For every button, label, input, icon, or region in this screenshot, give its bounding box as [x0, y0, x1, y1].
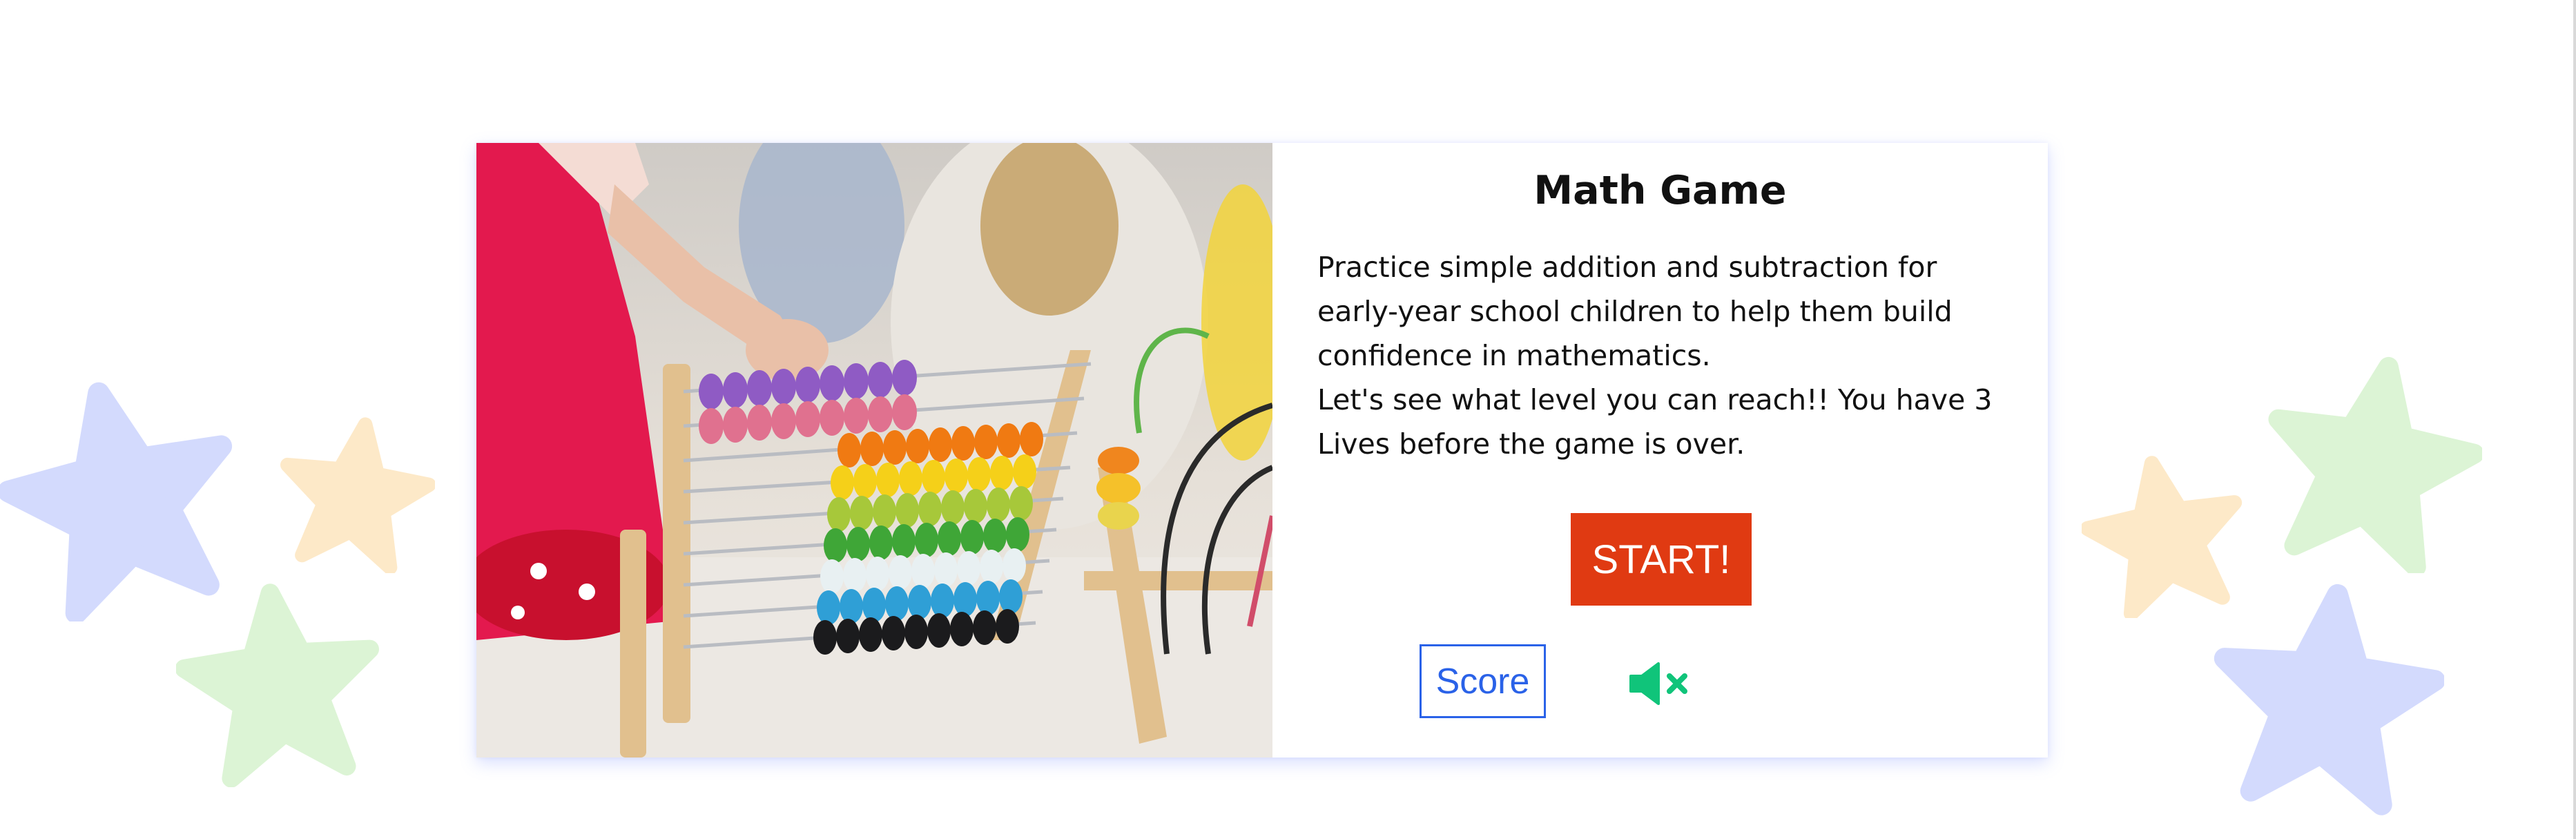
- score-button[interactable]: Score: [1420, 644, 1546, 718]
- game-description: Practice simple addition and subtraction…: [1317, 245, 2015, 466]
- game-card: Math Game Practice simple addition and s…: [476, 143, 2048, 758]
- game-page: Math Game Practice simple addition and s…: [0, 0, 2576, 839]
- scrollbar[interactable]: [2573, 0, 2576, 839]
- star-icon: [176, 584, 379, 787]
- star-icon: [2268, 356, 2482, 573]
- abacus-photo: [476, 143, 1272, 758]
- game-title: Math Game: [1533, 168, 1787, 213]
- sound-toggle-button[interactable]: [1628, 654, 1732, 713]
- game-info-panel: Math Game Practice simple addition and s…: [1272, 143, 2048, 758]
- star-icon: [280, 417, 435, 573]
- description-paragraph: Let's see what level you can reach!! You…: [1317, 383, 1993, 461]
- speaker-muted-icon: [1629, 662, 1687, 705]
- description-paragraph: Practice simple addition and subtraction…: [1317, 251, 1953, 372]
- star-icon: [2214, 584, 2444, 816]
- start-button[interactable]: START!: [1571, 513, 1752, 606]
